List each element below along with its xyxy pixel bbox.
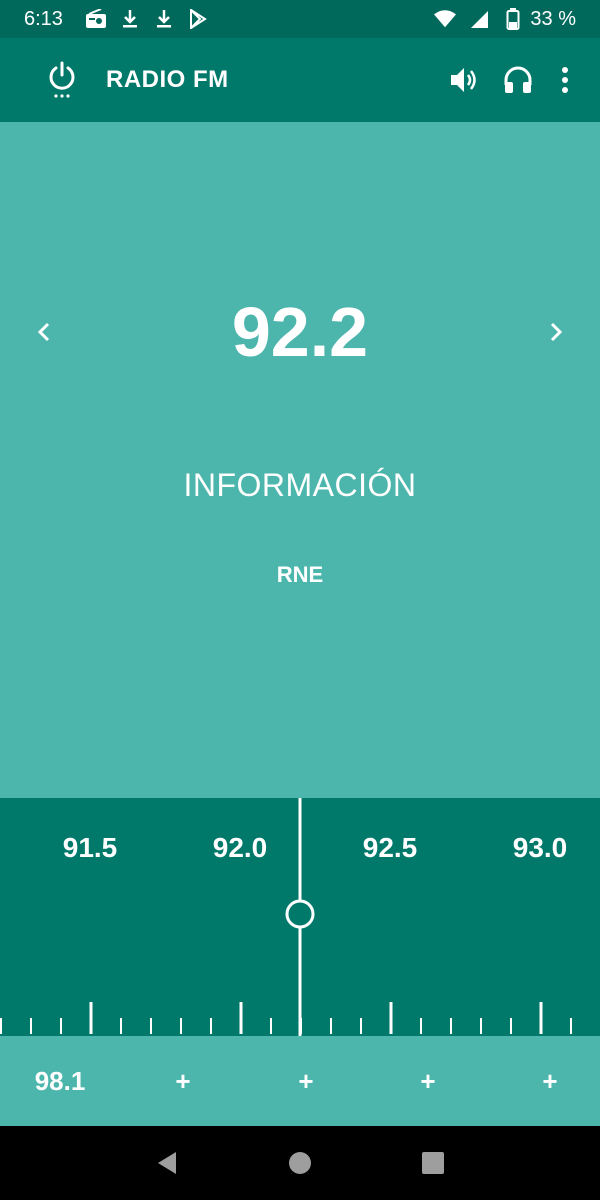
preset-button[interactable]: 98.1 [0, 1036, 120, 1126]
add-preset-button[interactable]: + [368, 1036, 488, 1126]
radio-notification-icon [85, 8, 107, 30]
next-station-button[interactable] [536, 312, 576, 352]
play-store-icon [187, 8, 209, 30]
status-bar: 6:13 33 % [0, 0, 600, 38]
power-button[interactable] [40, 58, 84, 102]
recents-icon [422, 1152, 445, 1174]
battery-percent: 33 % [530, 7, 576, 30]
tuner-dial[interactable]: 91.5 92.0 92.5 93.0 [0, 798, 600, 1036]
app-title: RADIO FM [106, 66, 229, 93]
more-vert-icon [562, 67, 568, 93]
more-options-button[interactable] [550, 58, 580, 102]
back-icon [157, 1152, 176, 1174]
station-genre: INFORMACIÓN [183, 467, 417, 503]
chevron-right-icon [550, 322, 563, 342]
recents-button[interactable] [411, 1141, 455, 1185]
home-button[interactable] [278, 1141, 322, 1185]
headphones-icon [504, 66, 532, 93]
volume-button[interactable] [442, 58, 486, 102]
add-preset-button[interactable]: + [123, 1036, 243, 1126]
home-icon [288, 1152, 311, 1174]
status-time: 6:13 [24, 7, 63, 30]
app-bar: RADIO FM [0, 38, 600, 122]
tuner-scale [0, 798, 572, 1036]
battery-icon [502, 8, 524, 30]
tuner-knob[interactable] [285, 899, 315, 929]
current-frequency: 92.2 [231, 293, 369, 371]
back-button[interactable] [145, 1141, 189, 1185]
add-preset-button[interactable]: + [246, 1036, 366, 1126]
preset-bar: 98.1 + + + + [0, 1036, 600, 1126]
download-icon [119, 8, 141, 30]
add-preset-button[interactable]: + [490, 1036, 600, 1126]
signal-icon [468, 8, 490, 30]
power-icon [49, 61, 75, 98]
download-icon [153, 8, 175, 30]
station-name: RNE [276, 562, 324, 587]
system-nav-bar [0, 1126, 600, 1200]
headphones-button[interactable] [496, 58, 540, 102]
wifi-icon [434, 8, 457, 30]
volume-icon [451, 68, 476, 92]
station-display: 92.2 INFORMACIÓN RNE [0, 122, 600, 798]
